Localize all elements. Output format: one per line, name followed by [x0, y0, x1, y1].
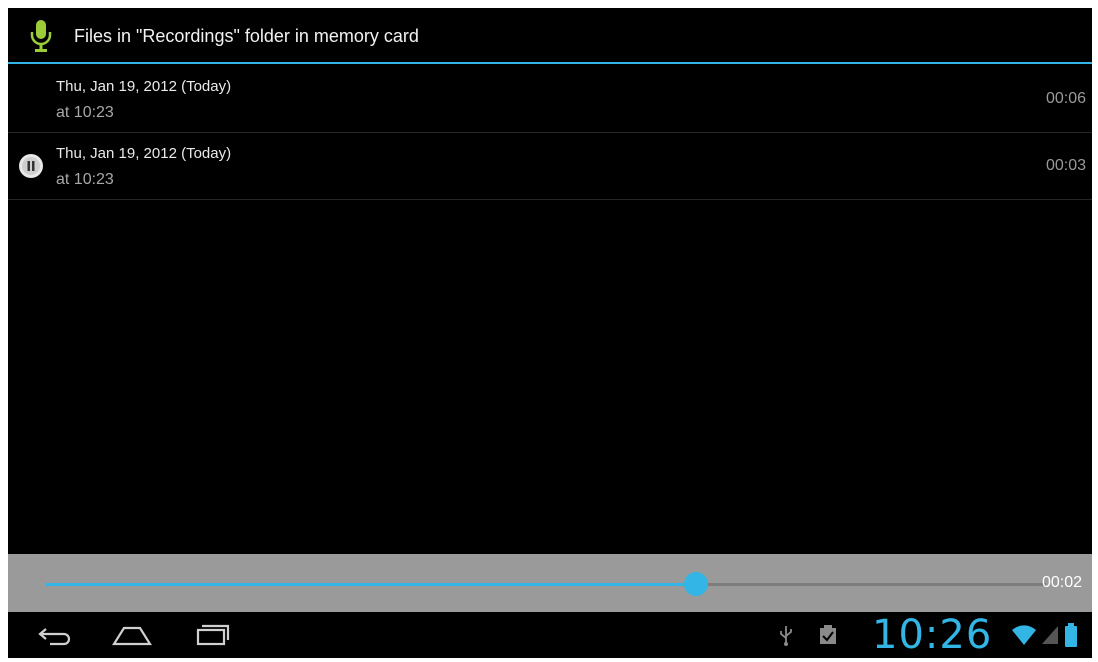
back-icon[interactable] — [32, 620, 80, 650]
microphone-icon — [30, 20, 52, 52]
seek-bar-thumb[interactable] — [684, 572, 708, 596]
recording-duration: 00:03 — [1045, 157, 1086, 174]
recording-time: at 10:23 — [56, 104, 114, 121]
action-bar-divider — [8, 62, 1092, 64]
wifi-icon — [1012, 625, 1036, 645]
recordings-list: Thu, Jan 19, 2012 (Today) at 10:23 00:06… — [8, 66, 1092, 200]
recording-duration: 00:06 — [1045, 90, 1086, 107]
recent-apps-icon[interactable] — [188, 620, 236, 650]
elapsed-time: 00:02 — [1041, 574, 1082, 591]
pause-icon[interactable] — [18, 153, 44, 179]
system-navigation-bar: 10:26 — [8, 612, 1092, 658]
clipboard-check-icon — [820, 625, 836, 644]
page-title: Files in "Recordings" folder in memory c… — [74, 26, 419, 46]
list-item[interactable]: Thu, Jan 19, 2012 (Today) at 10:23 00:03 — [8, 133, 1092, 200]
signal-icon — [1042, 626, 1058, 644]
seek-bar-progress — [46, 583, 696, 586]
list-item[interactable]: Thu, Jan 19, 2012 (Today) at 10:23 00:06 — [8, 66, 1092, 133]
media-player-bar: 00:02 — [8, 554, 1092, 612]
recording-date: Thu, Jan 19, 2012 (Today) — [56, 78, 232, 95]
screen: Files in "Recordings" folder in memory c… — [8, 8, 1092, 658]
recording-date: Thu, Jan 19, 2012 (Today) — [56, 145, 232, 162]
status-clock: 10:26 — [872, 612, 993, 658]
battery-icon — [1065, 623, 1077, 647]
home-icon[interactable] — [108, 620, 156, 650]
recording-time: at 10:23 — [56, 171, 114, 188]
usb-icon — [780, 626, 792, 646]
action-bar: Files in "Recordings" folder in memory c… — [8, 8, 1092, 64]
